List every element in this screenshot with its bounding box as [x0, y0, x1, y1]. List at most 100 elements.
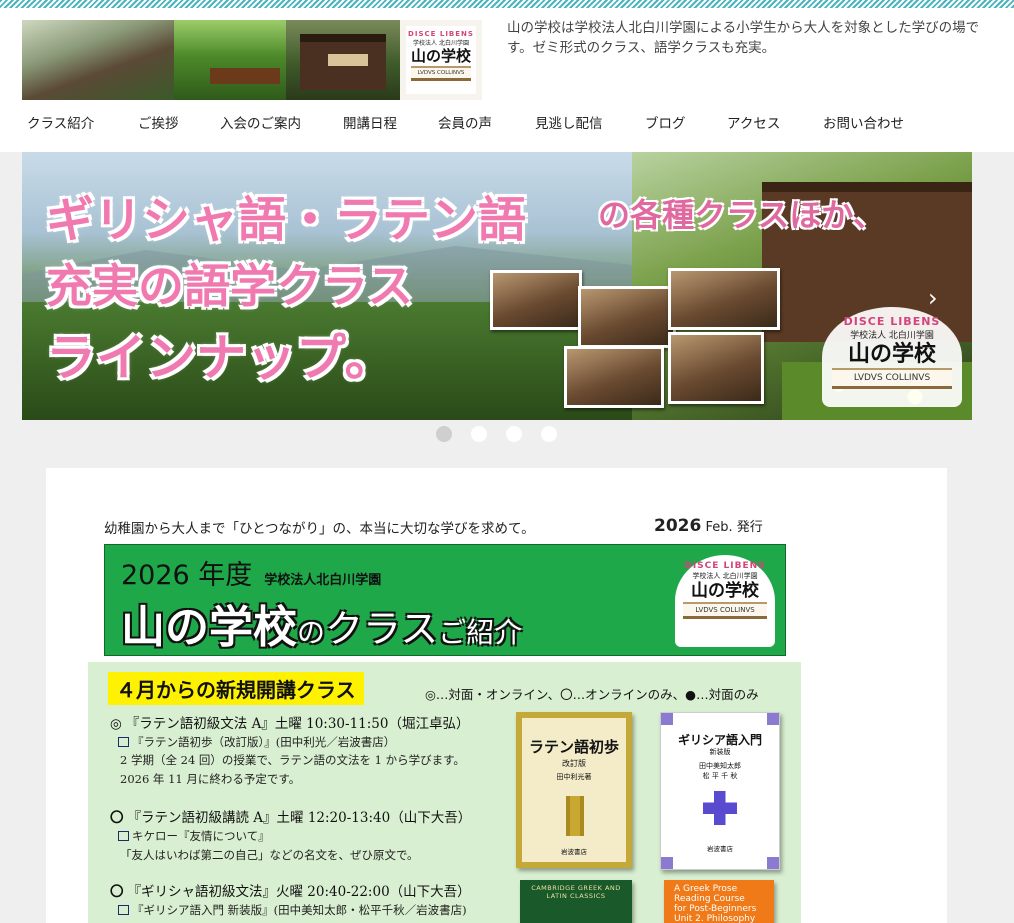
banner-logo-book-icon: LVDVS COLLINVS — [683, 602, 767, 619]
slide-logo-book-icon: LVDVS COLLINVS — [832, 368, 952, 389]
banner-logo-org: 学校法人 北白川学園 — [692, 572, 758, 580]
book2-corner — [767, 713, 779, 725]
class-mark: ◎ — [110, 716, 122, 732]
class-title-text: 『ギリシャ語初級文法』火曜 20:40-22:00（山下大吾） — [127, 884, 471, 900]
flyer-tagline: 幼稚園から大人まで「ひとつながり」の、本当に大切な学びを求めて。 — [104, 521, 535, 537]
class-entry-title: ◎ 『ラテン語初級文法 A』土曜 10:30-11:50（堀江卓弘） — [110, 712, 469, 732]
book4-line-3: for Post-Beginners — [674, 904, 757, 914]
site-intro: 山の学校は学校法人北白川学園による小学生から大人を対象とした学びの場です。ゼミ形… — [507, 20, 980, 56]
slider-next-arrow[interactable]: › — [928, 284, 938, 312]
book2-author-2: 松 平 千 秋 — [702, 772, 738, 780]
book2-title: ギリシア語入門 — [677, 733, 762, 747]
slide-headline-1: ギリシャ語・ラテン語 — [46, 192, 527, 248]
book-latin-primer: ラテン語初歩 改訂版 田中利光著 岩波書店 — [516, 712, 632, 868]
nav-item-classes[interactable]: クラス紹介 — [27, 112, 94, 132]
banner-logo-motto: DISCE LIBENS — [684, 561, 766, 571]
flyer-issue-date: 2026 Feb. 発行 — [654, 516, 763, 536]
book4-line-1: A Greek Prose — [674, 884, 738, 894]
book4-line-4: Unit 2. Philosophy — [674, 914, 756, 923]
logo-name: 山の学校 — [410, 47, 471, 65]
cross-pattern-icon — [703, 791, 737, 825]
logo-motto: DISCE LIBENS — [408, 30, 474, 38]
class-mark: 〇 — [110, 810, 124, 826]
class-textbook: 『ギリシア語入門 新装版』(田中美知太郎・松平千秋／岩波書店) — [118, 902, 467, 918]
banner-title-class: クラス — [325, 607, 439, 651]
book3-series: CAMBRIDGE GREEK AND LATIN CLASSICS — [531, 884, 621, 900]
hero-slider[interactable]: ギリシャ語・ラテン語 の各種クラスほか、 充実の語学クラス ラインナップ。 DI… — [22, 152, 972, 420]
logo-book-icon: LVDVS COLLINVS — [411, 66, 471, 81]
nav-item-replay[interactable]: 見逃し配信 — [535, 112, 603, 132]
book1-author: 田中利光著 — [556, 773, 592, 781]
nav-item-contact[interactable]: お問い合わせ — [823, 112, 904, 132]
book-greek-prose: A Greek Prose Reading Course for Post-Be… — [664, 880, 774, 923]
slide-logo-name: 山の学校 — [847, 341, 936, 367]
class-title-text: 『ラテン語初級文法 A』土曜 10:30-11:50（堀江卓弘） — [125, 716, 470, 732]
school-logo: DISCE LIBENS 学校法人 北白川学園 山の学校 LVDVS COLLI… — [406, 26, 476, 94]
textbook-icon — [118, 737, 129, 747]
slide-logo-org: 学校法人 北白川学園 — [850, 331, 934, 341]
top-stripe — [0, 0, 1014, 8]
nav-item-testimonials[interactable]: 会員の声 — [438, 112, 492, 132]
logo-org: 学校法人 北白川学園 — [413, 40, 469, 47]
class-textbook: 『ラテン語初歩（改訂版）』(田中利光／岩波書店） — [118, 734, 395, 750]
flyer-title-banner: 2026 年度 学校法人北白川学園 山の学校のクラスご紹介 DISCE LIBEN… — [104, 544, 786, 656]
class-photo-5 — [668, 332, 764, 404]
slide-headline-1b: の各種クラスほか、 — [598, 196, 885, 234]
book1-title: ラテン語初歩 — [528, 738, 619, 756]
banner-title-intro: ご紹介 — [438, 616, 523, 649]
class-textbook-text: キケロー『友情について』 — [132, 829, 270, 843]
class-entry-title: 〇『ギリシャ語初級文法』火曜 20:40-22:00（山下大吾） — [110, 880, 471, 900]
class-mark: 〇 — [110, 884, 124, 900]
class-photo-1 — [490, 270, 582, 330]
book1-publisher: 岩波書店 — [561, 848, 587, 856]
nav-item-access[interactable]: アクセス — [727, 112, 780, 132]
book1-edition: 改訂版 — [562, 759, 586, 768]
book2-corner — [661, 857, 673, 869]
header-photo-strip[interactable]: DISCE LIBENS 学校法人 北白川学園 山の学校 LVDVS COLLI… — [22, 20, 482, 100]
banner-year: 2026 年度 学校法人北白川学園 — [121, 553, 381, 592]
banner-title: 山の学校のクラスご紹介 — [121, 591, 522, 655]
header-photo-garden — [174, 20, 286, 100]
slide-logo: DISCE LIBENS 学校法人 北白川学園 山の学校 LVDVS COLLI… — [822, 307, 962, 407]
book4-line-2: Reading Course — [674, 894, 745, 904]
class-photo-4 — [564, 346, 664, 408]
book-greek-intro: ギリシア語入門 新装版 田中美知太郎 松 平 千 秋 岩波書店 — [660, 712, 780, 870]
book2-edition: 新装版 — [709, 748, 731, 756]
flyer-month: Feb. 発行 — [701, 520, 763, 535]
book2-publisher: 岩波書店 — [707, 845, 733, 853]
slider-dot-1[interactable] — [436, 426, 452, 442]
slider-dot-2[interactable] — [471, 426, 487, 442]
banner-title-no: の — [297, 616, 326, 649]
class-description: 2026 年 11 月に終わる予定です。 — [120, 772, 301, 786]
main-nav: クラス紹介 ご挨拶 入会のご案内 開講日程 会員の声 見逃し配信 ブログ アクセ… — [0, 112, 1014, 136]
class-description: 「友人はいわば第二の自己」などの名文を、ぜひ原文で。 — [120, 848, 419, 862]
header-photo-sign — [286, 20, 400, 100]
class-photo-2 — [578, 286, 676, 348]
banner-year-text: 2026 年度 — [121, 560, 253, 591]
class-entry-title: 〇『ラテン語初級講読 A』土曜 12:20-13:40（山下大吾） — [110, 806, 471, 826]
class-textbook-text: 『ラテン語初歩（改訂版）』(田中利光／岩波書店） — [132, 735, 396, 749]
flyer-year: 2026 — [654, 516, 702, 536]
nav-item-blog[interactable]: ブログ — [645, 112, 686, 132]
slider-dot-4[interactable] — [541, 426, 557, 442]
column-icon — [566, 796, 584, 836]
class-description: 2 学期（全 24 回）の授業で、ラテン語の文法を 1 から学びます。 — [120, 753, 465, 767]
class-textbook: キケロー『友情について』 — [118, 828, 270, 844]
slider-pagination — [436, 426, 557, 442]
slide-logo-motto: DISCE LIBENS — [843, 315, 941, 328]
class-textbook-text: 『ギリシア語入門 新装版』(田中美知太郎・松平千秋／岩波書店) — [132, 903, 467, 917]
slide-headline-2: 充実の語学クラス — [46, 259, 414, 313]
new-classes-legend: ◎…対面・オンライン、〇…オンラインのみ、●…対面のみ — [425, 687, 759, 702]
new-classes-panel: ４月からの新規開講クラス ◎…対面・オンライン、〇…オンラインのみ、●…対面のみ… — [88, 662, 801, 923]
textbook-icon — [118, 831, 129, 841]
slide-headline-3: ラインナップ。 — [46, 329, 395, 387]
nav-item-schedule[interactable]: 開講日程 — [343, 112, 397, 132]
nav-item-admission[interactable]: 入会のご案内 — [220, 112, 301, 132]
banner-org: 学校法人北白川学園 — [264, 573, 382, 588]
header-logo-panel: DISCE LIBENS 学校法人 北白川学園 山の学校 LVDVS COLLI… — [400, 20, 482, 100]
header-photo-house — [22, 20, 174, 100]
slider-dot-3[interactable] — [506, 426, 522, 442]
banner-title-school: 山の学校 — [121, 602, 297, 653]
nav-item-greeting[interactable]: ご挨拶 — [138, 112, 179, 132]
class-photo-3 — [668, 268, 780, 330]
